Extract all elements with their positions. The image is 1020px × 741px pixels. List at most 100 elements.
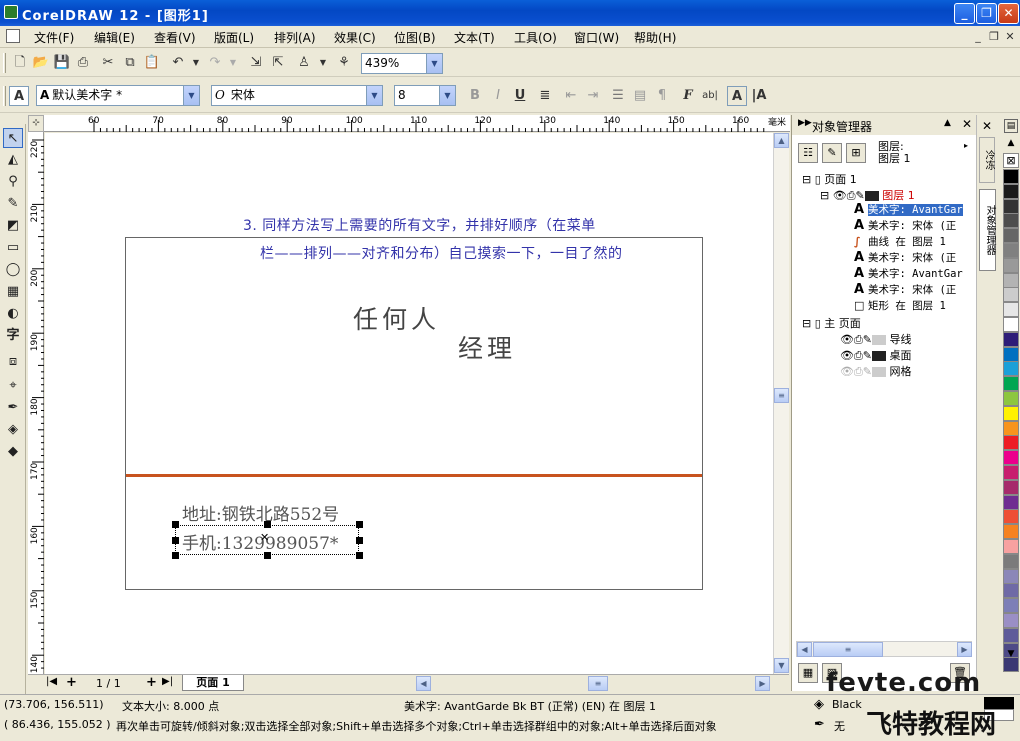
export-icon[interactable]: ⇱ [268,53,288,73]
docker-collapse-icon[interactable]: ▲ [944,118,951,128]
tab-object-manager[interactable]: 对象管理器 [979,189,996,271]
scroll-down-icon[interactable]: ▼ [1004,648,1018,662]
color-swatch[interactable] [1003,583,1019,599]
color-swatch[interactable] [1003,302,1019,318]
color-swatch[interactable] [1003,598,1019,614]
selection-handle[interactable] [356,521,363,528]
document-icon[interactable] [6,29,20,43]
color-swatch[interactable] [1003,391,1019,406]
redo-dropdown-icon[interactable]: ▼ [223,53,243,73]
paragraph-icon[interactable]: ¶ [652,86,672,106]
toolbar-grip[interactable] [3,86,6,106]
font-size-combo[interactable]: 8 ▼ [394,85,456,106]
add-page-after-icon[interactable]: + [146,675,157,690]
eyedropper-tool-icon[interactable]: ⌖ [3,376,23,396]
alignment-icon[interactable]: ≣ [535,86,555,106]
name-text[interactable]: 任何人 [353,300,440,336]
color-swatch[interactable] [1003,317,1019,332]
vertical-ruler[interactable]: 220 210 200 190 180 170 160 150 140 [28,132,44,674]
eye-icon[interactable]: 👁 [840,333,854,346]
eye-icon[interactable]: 👁 [840,349,854,362]
style-combo[interactable]: A 默认美术字 * ▼ [36,85,200,106]
eye-icon[interactable]: 👁 [833,189,847,202]
vertical-text-icon[interactable]: |A [749,86,769,106]
chevron-down-icon[interactable]: ▼ [426,54,442,73]
selection-handle[interactable] [356,552,363,559]
graph-paper-tool-icon[interactable]: ▦ [3,282,23,302]
menu-4[interactable]: 排列(A) [274,29,316,46]
docker-hscrollbar[interactable]: ◀ ≡ ▶ [796,641,972,657]
selection-handle[interactable] [172,521,179,528]
selection-handle[interactable] [172,537,179,544]
fill-tool-icon[interactable]: ◈ [3,420,23,440]
object-item[interactable]: A 美术字: AvantGar [854,266,963,281]
printer-icon[interactable]: ⎙ [854,333,863,346]
tree-guides-layer[interactable]: 👁⎙✎ 导线 [840,331,912,347]
color-swatch[interactable] [1003,465,1019,480]
color-swatch[interactable] [1003,287,1019,303]
import-icon[interactable]: ⇲ [246,53,266,73]
color-swatch[interactable] [1003,450,1019,466]
object-item[interactable]: A 美术字: 宋体 (正 [854,218,956,233]
shape-tool-icon[interactable]: ◭ [3,150,23,170]
object-item[interactable]: □ 矩形 在 图层 1 [854,298,946,313]
selection-handle[interactable] [172,552,179,559]
underline-icon[interactable]: U [510,86,530,106]
docker-expand-icon[interactable]: ▶▶ [798,118,812,128]
collapse-icon[interactable]: ⊟ [802,173,811,186]
color-swatch[interactable] [1003,553,1019,569]
scroll-down-icon[interactable]: ▼ [774,658,789,673]
color-swatch[interactable] [1003,627,1019,643]
pencil-icon[interactable]: ✎ [856,189,865,202]
color-swatch[interactable] [1003,361,1019,377]
tree-layer1[interactable]: ⊟ 👁⎙✎ 图层 1 [820,187,915,203]
first-page-icon[interactable]: |◀ [46,676,57,687]
outline-tool-icon[interactable]: ✒ [3,398,23,418]
undo-dropdown-icon[interactable]: ▼ [186,53,206,73]
color-swatch[interactable] [1003,331,1019,347]
increase-indent-icon[interactable]: ⇥ [583,86,603,106]
color-swatch[interactable] [1003,183,1019,199]
selection-center-icon[interactable]: ✕ [260,531,269,544]
color-swatch[interactable] [1003,524,1019,540]
save-icon[interactable]: 💾 [52,53,72,73]
format-text-icon[interactable]: F [678,86,698,106]
color-swatch[interactable] [1003,539,1019,554]
tree-page1[interactable]: ⊟ ▯ 页面 1 [802,171,857,187]
launcher-dropdown-icon[interactable]: ▼ [313,53,333,73]
print-icon[interactable]: ⎙ [73,53,93,73]
tab-freeze[interactable]: 冷冻 [979,137,995,183]
color-swatch[interactable] [1003,272,1019,288]
object-item[interactable]: A 美术字: 宋体 (正 [854,282,956,297]
color-swatch[interactable] [1003,435,1019,451]
color-swatch[interactable] [1003,213,1019,229]
menu-5[interactable]: 效果(C) [334,29,376,46]
object-item[interactable]: A 美术字: AvantGar [854,202,963,217]
docker-close-icon[interactable]: ✕ [962,117,972,131]
scroll-right-icon[interactable]: ▶ [957,642,972,657]
pick-tool-icon[interactable]: ↖ [3,128,23,148]
ellipse-tool-icon[interactable]: ◯ [3,260,23,280]
menu-10[interactable]: 帮助(H) [634,29,676,46]
color-swatch[interactable] [1003,376,1019,392]
instruction-text-1[interactable]: 3. 同样方法写上需要的所有文字，并排好顺序（在菜单 [243,215,596,235]
selection-handle[interactable] [264,552,271,559]
undo-icon[interactable]: ↶ [168,53,188,73]
color-swatch[interactable] [1003,169,1019,184]
menu-1[interactable]: 编辑(E) [94,29,135,46]
selection-handle[interactable] [356,537,363,544]
vertical-scrollbar[interactable]: ▲ ≡ ▼ [773,133,789,674]
font-combo[interactable]: O 宋体 ▼ [211,85,383,106]
color-swatch[interactable] [1003,405,1019,421]
menu-0[interactable]: 文件(F) [34,29,74,46]
pencil-icon[interactable]: ✎ [863,333,872,346]
scroll-thumb[interactable]: ≡ [774,388,789,403]
tree-master-page[interactable]: ⊟ ▯ 主 页面 [802,315,861,331]
object-item[interactable]: ∫ 曲线 在 图层 1 [854,234,946,249]
docker-scroll-thumb[interactable]: ≡ [813,642,883,657]
horizontal-text-icon[interactable]: A [727,86,747,106]
maximize-button[interactable]: ❐ [976,3,997,24]
toolbar-grip[interactable] [3,53,6,73]
close-button[interactable]: ✕ [998,3,1019,24]
chevron-down-icon[interactable]: ▼ [183,86,199,105]
